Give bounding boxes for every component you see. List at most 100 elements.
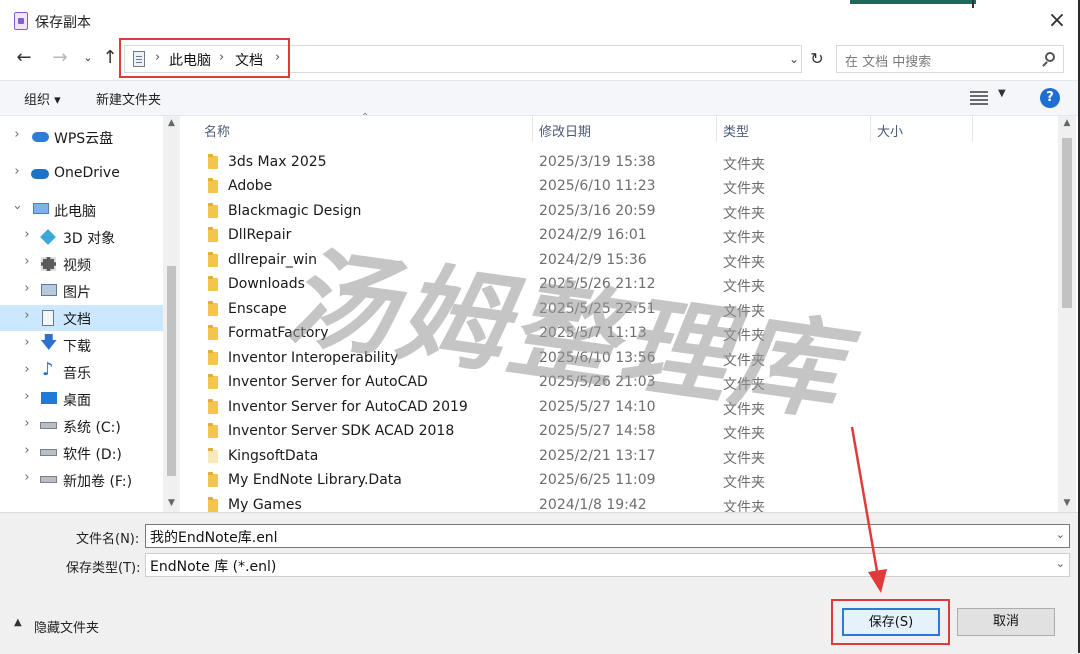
drive-icon	[40, 422, 57, 429]
column-divider[interactable]	[870, 116, 871, 142]
file-row[interactable]: My Games 2024/1/8 19:42 文件夹	[186, 494, 1058, 512]
nav-label: 此电脑	[54, 204, 96, 220]
nav-item-3d-objects[interactable]: › 3D 对象	[0, 224, 163, 250]
command-toolbar: 组织 ▾ 新建文件夹 ▼ ?	[0, 80, 1078, 116]
save-button[interactable]: 保存(S)	[842, 608, 940, 636]
close-button[interactable]: ×	[1040, 8, 1074, 36]
expand-chevron-icon[interactable]: ›	[10, 164, 24, 179]
file-date: 2025/6/10 13:56	[539, 350, 656, 366]
file-row[interactable]: 3ds Max 2025 2025/3/19 15:38 文件夹	[186, 151, 1058, 175]
scroll-down-arrow-icon[interactable]: ▼	[163, 498, 180, 508]
column-divider[interactable]	[532, 116, 533, 142]
nav-item-downloads[interactable]: › 🡇 下载	[0, 332, 163, 358]
column-divider[interactable]	[972, 116, 973, 142]
chevron-down-icon[interactable]: ⌄	[1056, 528, 1065, 541]
file-name: Enscape	[228, 301, 287, 317]
file-date: 2025/5/27 14:58	[539, 423, 656, 439]
file-row[interactable]: Adobe 2025/6/10 11:23 文件夹	[186, 175, 1058, 199]
file-row[interactable]: Downloads 2025/5/26 21:12 文件夹	[186, 273, 1058, 297]
view-dropdown-icon[interactable]: ▼	[998, 88, 1006, 99]
recent-locations-chevron-icon[interactable]: ⌄	[76, 46, 100, 70]
refresh-icon[interactable]: ↻	[806, 45, 828, 73]
folder-icon	[208, 399, 218, 414]
file-list-scrollbar[interactable]: ▲ ▼	[1058, 116, 1076, 512]
scrollbar-thumb[interactable]	[167, 266, 176, 476]
file-row[interactable]: Enscape 2025/5/25 22:51 文件夹	[186, 298, 1058, 322]
filetype-select[interactable]: EndNote 库 (*.enl) ⌄	[145, 553, 1070, 577]
search-input[interactable]: 在 文档 中搜索	[836, 45, 1064, 73]
expand-chevron-icon[interactable]: ›	[20, 335, 34, 350]
column-name[interactable]: 名称	[204, 121, 230, 140]
column-size[interactable]: 大小	[877, 121, 903, 140]
expand-chevron-icon[interactable]: ›	[20, 362, 34, 377]
expand-chevron-icon[interactable]: ›	[20, 443, 34, 458]
search-icon	[1045, 52, 1055, 62]
nav-label: 音乐	[63, 366, 91, 382]
collapse-chevron-icon[interactable]: ›	[10, 201, 25, 215]
help-icon[interactable]: ?	[1040, 88, 1060, 108]
nav-item-drive-f[interactable]: › 新加卷 (F:)	[0, 467, 163, 493]
expand-chevron-icon[interactable]: ›	[20, 470, 34, 485]
expand-chevron-icon[interactable]: ›	[20, 281, 34, 296]
file-name: Blackmagic Design	[228, 203, 362, 219]
column-type[interactable]: 类型	[723, 121, 749, 140]
folder-icon	[208, 252, 218, 267]
folder-icon	[208, 374, 218, 389]
file-row[interactable]: My EndNote Library.Data 2025/6/25 11:09 文件…	[186, 469, 1058, 493]
scroll-up-arrow-icon[interactable]: ▲	[163, 118, 180, 128]
file-name: Inventor Interoperability	[228, 350, 399, 366]
app-icon	[14, 12, 28, 30]
desktop-icon	[41, 392, 57, 404]
view-options-icon[interactable]	[970, 91, 988, 105]
nav-item-desktop[interactable]: › 桌面	[0, 386, 163, 412]
nav-label: WPS云盘	[54, 131, 114, 147]
scroll-down-arrow-icon[interactable]: ▼	[1058, 498, 1076, 508]
expand-chevron-icon[interactable]: ›	[20, 308, 34, 323]
file-row[interactable]: dllrepair_win 2024/2/9 15:36 文件夹	[186, 249, 1058, 273]
folder-icon	[208, 178, 218, 193]
scroll-up-arrow-icon[interactable]: ▲	[1058, 118, 1076, 128]
forward-arrow-icon[interactable]: →	[48, 46, 72, 70]
nav-item-drive-d[interactable]: › 软件 (D:)	[0, 440, 163, 466]
nav-item-pictures[interactable]: › 图片	[0, 278, 163, 304]
file-row[interactable]: KingsoftData 2025/2/21 13:17 文件夹	[186, 445, 1058, 469]
expand-chevron-icon[interactable]: ›	[20, 254, 34, 269]
nav-label: 下载	[63, 339, 91, 355]
document-icon	[42, 310, 54, 326]
nav-item-music[interactable]: › ♪ 音乐	[0, 359, 163, 385]
expand-chevron-icon[interactable]: ›	[20, 227, 34, 242]
address-dropdown-icon[interactable]: ⌄	[786, 46, 802, 72]
file-date: 2025/5/26 21:03	[539, 374, 656, 390]
back-arrow-icon[interactable]: ←	[12, 46, 36, 70]
expand-chevron-icon[interactable]: ›	[10, 127, 24, 142]
column-modified[interactable]: 修改日期	[539, 121, 591, 140]
navigation-scrollbar[interactable]: ▲ ▼	[163, 116, 180, 512]
scrollbar-thumb[interactable]	[1062, 138, 1072, 308]
save-options-panel: 文件名(N): 我的EndNote库.enl ⌄ 保存类型(T): EndNot…	[0, 512, 1078, 654]
nav-item-videos[interactable]: › 视频	[0, 251, 163, 277]
expand-chevron-icon[interactable]: ›	[20, 416, 34, 431]
file-row[interactable]: FormatFactory 2025/5/7 11:13 文件夹	[186, 322, 1058, 346]
nav-item-drive-c[interactable]: › 系统 (C:)	[0, 413, 163, 439]
file-row[interactable]: Inventor Server for AutoCAD 2019 2025/5/2…	[186, 396, 1058, 420]
computer-icon	[33, 203, 49, 214]
nav-item-documents[interactable]: › 文档	[0, 305, 163, 331]
file-row[interactable]: DllRepair 2024/2/9 16:01 文件夹	[186, 224, 1058, 248]
collapse-caret-icon: ▲	[14, 617, 22, 628]
nav-item-this-pc[interactable]: › 此电脑	[0, 197, 163, 223]
filename-field[interactable]: 我的EndNote库.enl ⌄	[145, 524, 1070, 548]
nav-item-wps-cloud[interactable]: › WPS云盘	[0, 124, 163, 150]
file-row[interactable]: Blackmagic Design 2025/3/16 20:59 文件夹	[186, 200, 1058, 224]
file-row[interactable]: Inventor Server for AutoCAD 2025/5/26 21:…	[186, 371, 1058, 395]
chevron-down-icon[interactable]: ⌄	[1056, 557, 1065, 570]
cancel-button[interactable]: 取消	[957, 608, 1055, 636]
column-divider[interactable]	[716, 116, 717, 142]
nav-item-onedrive[interactable]: › OneDrive	[0, 161, 163, 187]
expand-chevron-icon[interactable]: ›	[20, 389, 34, 404]
file-row[interactable]: Inventor Interoperability 2025/6/10 13:56…	[186, 347, 1058, 371]
new-folder-button[interactable]: 新建文件夹	[96, 89, 161, 108]
organize-menu[interactable]: 组织 ▾	[24, 89, 61, 108]
file-row[interactable]: Inventor Server SDK ACAD 2018 2025/5/27 1…	[186, 420, 1058, 444]
nav-label: 视频	[63, 258, 91, 274]
sort-ascending-icon: ⌃	[361, 112, 370, 123]
